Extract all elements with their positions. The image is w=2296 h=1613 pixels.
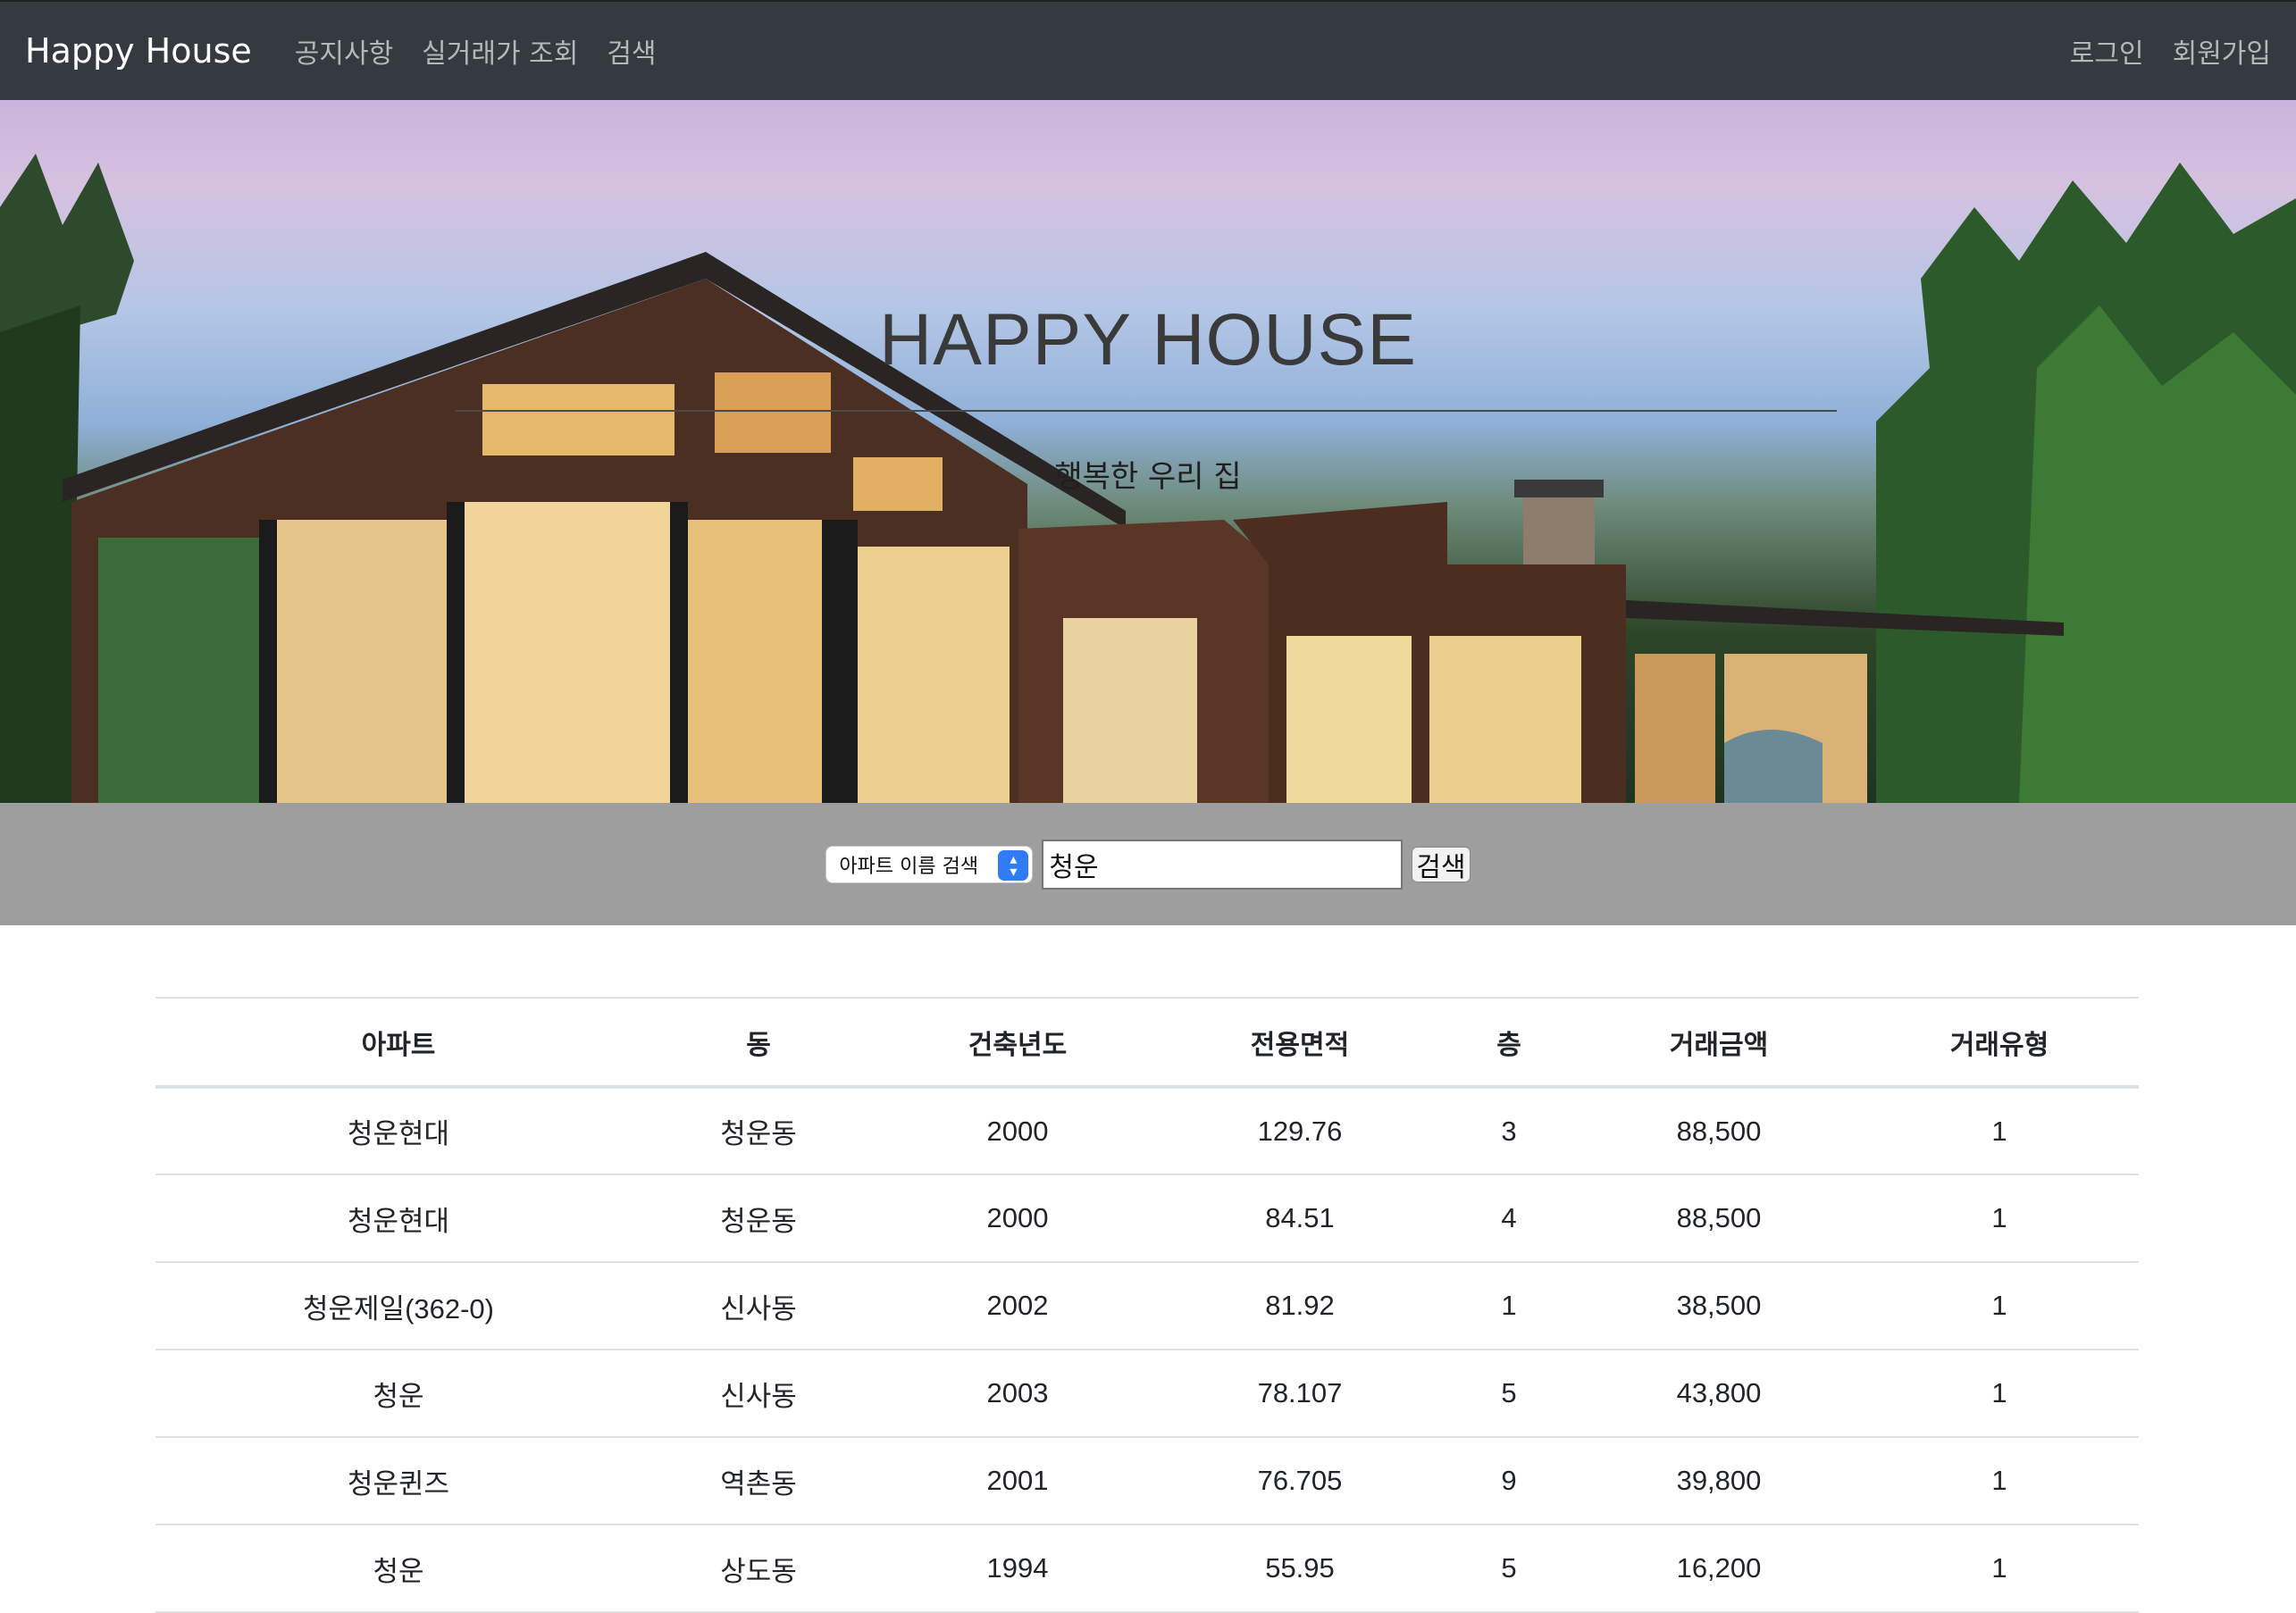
deal-table: 아파트 동 건축년도 전용면적 층 거래금액 거래유형 청운현대 청운동 200…: [155, 997, 2139, 1613]
hero-subtitle: 행복한 우리 집: [1054, 459, 1242, 495]
cell-floor: 3: [1440, 1087, 1578, 1175]
col-header-price: 거래금액: [1578, 997, 1860, 1089]
top-navbar: Happy House 공지사항 실거래가 조회 검색 로그인 회원가입: [0, 0, 2296, 100]
nav-link-real-price[interactable]: 실거래가 조회: [422, 31, 578, 71]
cell-price: 88,500: [1578, 1087, 1860, 1175]
cell-deal-type: 1: [1860, 1350, 2139, 1438]
nav-auth-links: 로그인 회원가입: [2070, 31, 2271, 71]
cell-build-year: 2003: [876, 1350, 1160, 1438]
cell-floor: 5: [1440, 1525, 1578, 1613]
cell-price: 38,500: [1578, 1262, 1860, 1350]
cell-area: 84.51: [1160, 1174, 1440, 1263]
cell-price: 16,200: [1578, 1525, 1860, 1613]
cell-dong: 역촌동: [641, 1437, 876, 1525]
table-row: 청운 신사동 2003 78.107 5 43,800 1: [155, 1350, 2139, 1438]
cell-apartment: 청운퀸즈: [155, 1437, 641, 1525]
cell-apartment: 청운현대: [155, 1174, 641, 1263]
cell-dong: 상도동: [641, 1525, 876, 1613]
login-link[interactable]: 로그인: [2070, 31, 2144, 71]
cell-price: 43,800: [1578, 1350, 1860, 1438]
table-header-row: 아파트 동 건축년도 전용면적 층 거래금액 거래유형: [155, 997, 2139, 1089]
cell-deal-type: 1: [1860, 1174, 2139, 1263]
col-header-area: 전용면적: [1160, 997, 1440, 1089]
cell-price: 39,800: [1578, 1437, 1860, 1525]
col-header-floor: 층: [1440, 997, 1578, 1089]
cell-apartment: 청운: [155, 1525, 641, 1613]
search-type-value: 아파트 이름 검색: [839, 855, 979, 878]
hero-title: HAPPY HOUSE: [879, 299, 1417, 380]
table-row: 청운 상도동 1994 55.95 5 16,200 1: [155, 1525, 2139, 1613]
col-header-dong: 동: [641, 997, 876, 1089]
table-row: 청운제일(362-0) 신사동 2002 81.92 1 38,500 1: [155, 1262, 2139, 1350]
col-header-build-year: 건축년도: [876, 997, 1160, 1089]
cell-deal-type: 1: [1860, 1262, 2139, 1350]
hero-banner: HAPPY HOUSE 행복한 우리 집: [0, 100, 2296, 803]
hero-divider: [456, 410, 1837, 412]
search-bar: 아파트 이름 검색 ▴ ▾ 청운 검색: [0, 803, 2296, 925]
nav-links: 공지사항 실거래가 조회 검색: [295, 31, 657, 71]
nav-link-notice[interactable]: 공지사항: [295, 31, 393, 71]
signup-link[interactable]: 회원가입: [2173, 31, 2271, 71]
cell-price: 88,500: [1578, 1174, 1860, 1263]
cell-apartment: 청운제일(362-0): [155, 1262, 641, 1350]
cell-floor: 4: [1440, 1174, 1578, 1263]
cell-build-year: 2001: [876, 1437, 1160, 1525]
cell-area: 76.705: [1160, 1437, 1440, 1525]
search-button[interactable]: 검색: [1412, 846, 1471, 883]
table-row: 청운현대 청운동 2000 129.76 3 88,500 1: [155, 1087, 2139, 1175]
cell-deal-type: 1: [1860, 1087, 2139, 1175]
search-input[interactable]: 청운: [1042, 839, 1404, 890]
nav-link-search[interactable]: 검색: [607, 31, 656, 71]
cell-build-year: 1994: [876, 1525, 1160, 1613]
cell-area: 81.92: [1160, 1262, 1440, 1350]
cell-dong: 청운동: [641, 1174, 876, 1263]
cell-floor: 9: [1440, 1437, 1578, 1525]
col-header-deal-type: 거래유형: [1860, 997, 2139, 1089]
cell-build-year: 2000: [876, 1174, 1160, 1263]
cell-apartment: 청운: [155, 1350, 641, 1438]
col-header-apartment: 아파트: [155, 997, 641, 1089]
cell-area: 55.95: [1160, 1525, 1440, 1613]
brand-link[interactable]: Happy House: [25, 31, 252, 71]
table-row: 청운퀸즈 역촌동 2001 76.705 9 39,800 1: [155, 1437, 2139, 1525]
cell-deal-type: 1: [1860, 1525, 2139, 1613]
cell-apartment: 청운현대: [155, 1087, 641, 1175]
cell-dong: 청운동: [641, 1087, 876, 1175]
cell-build-year: 2002: [876, 1262, 1160, 1350]
cell-dong: 신사동: [641, 1262, 876, 1350]
cell-dong: 신사동: [641, 1350, 876, 1438]
search-type-select[interactable]: 아파트 이름 검색 ▴ ▾: [825, 845, 1034, 883]
cell-build-year: 2000: [876, 1087, 1160, 1175]
table-row: 청운현대 청운동 2000 84.51 4 88,500 1: [155, 1174, 2139, 1263]
cell-area: 78.107: [1160, 1350, 1440, 1438]
cell-floor: 1: [1440, 1262, 1578, 1350]
cell-deal-type: 1: [1860, 1437, 2139, 1525]
select-chevron-icon: ▴ ▾: [998, 849, 1029, 881]
cell-floor: 5: [1440, 1350, 1578, 1438]
cell-area: 129.76: [1160, 1087, 1440, 1175]
